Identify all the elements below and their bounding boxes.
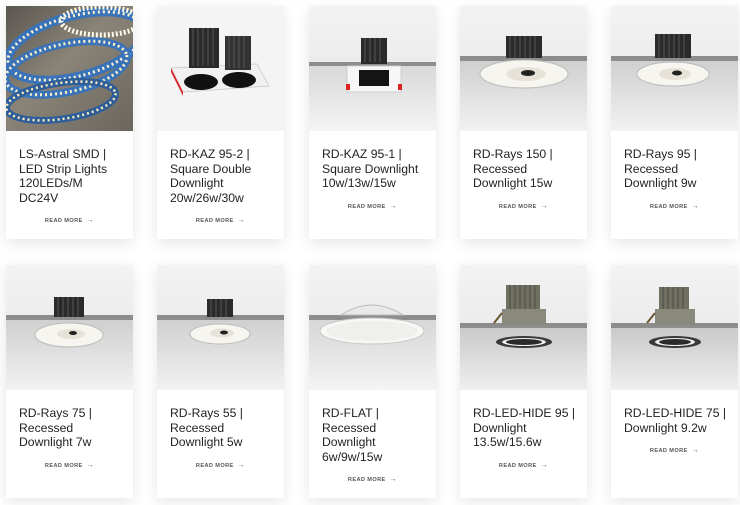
read-more-link[interactable]: READ MORE → bbox=[6, 217, 133, 224]
led-strip-icon bbox=[6, 6, 133, 124]
product-title[interactable]: RD-LED-HIDE 75 | Downlight 9.2w bbox=[624, 406, 728, 435]
arrow-right-icon: → bbox=[237, 217, 246, 225]
arrow-right-icon: → bbox=[86, 461, 95, 469]
arrow-right-icon: → bbox=[540, 202, 549, 210]
product-image[interactable] bbox=[157, 6, 284, 131]
double-downlight-icon bbox=[170, 28, 270, 96]
arrow-right-icon: → bbox=[540, 461, 549, 469]
read-more-link[interactable]: READ MORE → bbox=[309, 476, 436, 483]
product-title[interactable]: RD-LED-HIDE 95 | Downlight 13.5w/15.6w bbox=[473, 406, 577, 450]
product-image[interactable] bbox=[611, 6, 738, 131]
flat-downlight-icon bbox=[309, 304, 436, 390]
product-title[interactable]: RD-KAZ 95-2 | Square Double Downlight 20… bbox=[170, 147, 274, 205]
read-more-link[interactable]: READ MORE → bbox=[157, 462, 284, 469]
product-card[interactable]: RD-Rays 55 | Recessed Downlight 5w READ … bbox=[157, 265, 284, 498]
product-card[interactable]: LS-Astral SMD | LED Strip Lights 120LEDs… bbox=[6, 6, 133, 239]
product-image[interactable] bbox=[6, 6, 133, 131]
arrow-right-icon: → bbox=[691, 202, 700, 210]
square-downlight-icon bbox=[309, 38, 436, 131]
read-more-link[interactable]: READ MORE → bbox=[309, 203, 436, 210]
product-card[interactable]: RD-FLAT | Recessed Downlight 6w/9w/15w R… bbox=[309, 265, 436, 498]
hidden-downlight-icon bbox=[611, 287, 738, 390]
product-title[interactable]: RD-Rays 75 | Recessed Downlight 7w bbox=[19, 406, 123, 450]
product-image[interactable] bbox=[460, 6, 587, 131]
read-more-link[interactable]: READ MORE → bbox=[460, 203, 587, 210]
product-title[interactable]: RD-Rays 150 | Recessed Downlight 15w bbox=[473, 147, 577, 191]
product-card[interactable]: RD-Rays 75 | Recessed Downlight 7w READ … bbox=[6, 265, 133, 498]
product-title[interactable]: RD-FLAT | Recessed Downlight 6w/9w/15w bbox=[322, 406, 426, 464]
read-more-link[interactable]: READ MORE → bbox=[611, 203, 738, 210]
recessed-downlight-icon bbox=[6, 297, 133, 390]
read-more-link[interactable]: READ MORE → bbox=[157, 217, 284, 224]
recessed-downlight-icon bbox=[157, 299, 284, 390]
product-title[interactable]: RD-Rays 55 | Recessed Downlight 5w bbox=[170, 406, 274, 450]
recessed-downlight-icon bbox=[460, 36, 587, 131]
product-image[interactable] bbox=[611, 265, 738, 390]
read-more-link[interactable]: READ MORE → bbox=[611, 447, 738, 454]
product-title[interactable]: RD-KAZ 95-1 | Square Downlight 10w/13w/1… bbox=[322, 147, 426, 191]
product-card[interactable]: RD-LED-HIDE 95 | Downlight 13.5w/15.6w R… bbox=[460, 265, 587, 498]
product-image[interactable] bbox=[157, 265, 284, 390]
product-card[interactable]: RD-KAZ 95-2 | Square Double Downlight 20… bbox=[157, 6, 284, 239]
product-card[interactable]: RD-LED-HIDE 75 | Downlight 9.2w READ MOR… bbox=[611, 265, 738, 498]
product-title[interactable]: LS-Astral SMD | LED Strip Lights 120LEDs… bbox=[19, 147, 123, 205]
product-image[interactable] bbox=[309, 6, 436, 131]
arrow-right-icon: → bbox=[237, 461, 246, 469]
read-more-link[interactable]: READ MORE → bbox=[6, 462, 133, 469]
product-title[interactable]: RD-Rays 95 | Recessed Downlight 9w bbox=[624, 147, 728, 191]
product-image[interactable] bbox=[460, 265, 587, 390]
hidden-downlight-icon bbox=[460, 285, 587, 390]
product-card[interactable]: RD-KAZ 95-1 | Square Downlight 10w/13w/1… bbox=[309, 6, 436, 239]
product-image[interactable] bbox=[6, 265, 133, 390]
arrow-right-icon: → bbox=[389, 202, 398, 210]
recessed-downlight-icon bbox=[611, 34, 738, 131]
product-card[interactable]: RD-Rays 95 | Recessed Downlight 9w READ … bbox=[611, 6, 738, 239]
read-more-link[interactable]: READ MORE → bbox=[460, 462, 587, 469]
product-image[interactable] bbox=[309, 265, 436, 390]
product-card[interactable]: RD-Rays 150 | Recessed Downlight 15w REA… bbox=[460, 6, 587, 239]
arrow-right-icon: → bbox=[691, 447, 700, 455]
arrow-right-icon: → bbox=[389, 476, 398, 484]
arrow-right-icon: → bbox=[86, 217, 95, 225]
